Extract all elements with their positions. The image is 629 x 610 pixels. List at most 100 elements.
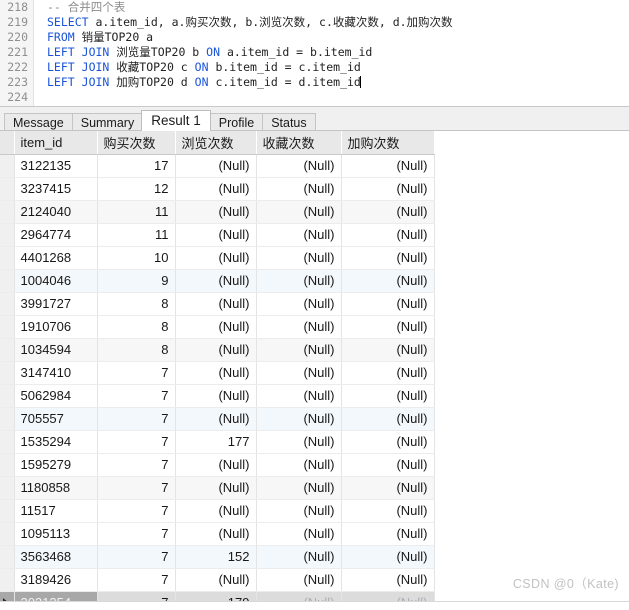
cell-favorite-count[interactable]: (Null) xyxy=(256,315,342,339)
cell-cart-count[interactable]: (Null) xyxy=(341,292,435,316)
cell-cart-count[interactable]: (Null) xyxy=(341,315,435,339)
cell-purchase-count[interactable]: 8 xyxy=(97,338,176,362)
row-indicator-cell[interactable] xyxy=(0,246,15,270)
row-indicator-cell[interactable] xyxy=(0,522,15,546)
row-indicator-cell[interactable] xyxy=(0,545,15,569)
cell-view-count[interactable]: 152 xyxy=(175,545,257,569)
cell-view-count[interactable]: 177 xyxy=(175,430,257,454)
cell-purchase-count[interactable]: 7 xyxy=(97,476,176,500)
cell-item-id[interactable]: 3991727 xyxy=(14,292,98,316)
cell-purchase-count[interactable]: 9 xyxy=(97,269,176,293)
cell-view-count[interactable]: (Null) xyxy=(175,177,257,201)
cell-cart-count[interactable]: (Null) xyxy=(341,499,435,523)
cell-item-id[interactable]: 3189426 xyxy=(14,568,98,592)
table-row[interactable]: 1910706 8 (Null) (Null) (Null) xyxy=(0,315,435,339)
table-row[interactable]: 1095113 7 (Null) (Null) (Null) xyxy=(0,522,435,546)
cell-item-id[interactable]: 2124040 xyxy=(14,200,98,224)
cell-item-id[interactable]: 5062984 xyxy=(14,384,98,408)
cell-view-count[interactable]: (Null) xyxy=(175,453,257,477)
cell-cart-count[interactable]: (Null) xyxy=(341,177,435,201)
cell-favorite-count[interactable]: (Null) xyxy=(256,407,342,431)
cell-cart-count[interactable]: (Null) xyxy=(341,407,435,431)
cell-purchase-count[interactable]: 7 xyxy=(97,522,176,546)
sql-editor[interactable]: 218 219 220 221 222 223 224 -- 合并四个表 SELECT a.i… xyxy=(0,0,629,106)
cell-item-id[interactable]: 1910706 xyxy=(14,315,98,339)
cell-cart-count[interactable]: (Null) xyxy=(341,154,435,178)
table-row[interactable]: 1535294 7 177 (Null) (Null) xyxy=(0,430,435,454)
sql-code-area[interactable]: -- 合并四个表 SELECT a.item_id, a.购买次数, b.浏览次数… xyxy=(34,0,629,106)
row-indicator-cell[interactable] xyxy=(0,177,15,201)
cell-purchase-count[interactable]: 7 xyxy=(97,430,176,454)
cell-favorite-count[interactable]: (Null) xyxy=(256,292,342,316)
cell-item-id[interactable]: 1180858 xyxy=(14,476,98,500)
cell-view-count[interactable]: (Null) xyxy=(175,292,257,316)
cell-item-id[interactable]: 1595279 xyxy=(14,453,98,477)
cell-cart-count[interactable]: (Null) xyxy=(341,338,435,362)
row-indicator-cell[interactable] xyxy=(0,407,15,431)
cell-purchase-count[interactable]: 7 xyxy=(97,499,176,523)
cell-favorite-count[interactable]: (Null) xyxy=(256,361,342,385)
cell-item-id[interactable]: 3563468 xyxy=(14,545,98,569)
cell-cart-count[interactable]: (Null) xyxy=(341,430,435,454)
column-header-favorites[interactable]: 收藏次数 xyxy=(256,131,342,155)
cell-view-count[interactable]: (Null) xyxy=(175,200,257,224)
cell-cart-count[interactable]: (Null) xyxy=(341,453,435,477)
table-row[interactable]: 3991727 8 (Null) (Null) (Null) xyxy=(0,292,435,316)
cell-item-id[interactable]: 705557 xyxy=(14,407,98,431)
cell-view-count[interactable]: (Null) xyxy=(175,384,257,408)
cell-cart-count[interactable]: (Null) xyxy=(341,200,435,224)
tab-summary[interactable]: Summary xyxy=(71,113,143,131)
cell-item-id[interactable]: 3122135 xyxy=(14,154,98,178)
table-row[interactable]: 1034594 8 (Null) (Null) (Null) xyxy=(0,338,435,362)
cell-view-count[interactable]: (Null) xyxy=(175,476,257,500)
column-header-views[interactable]: 浏览次数 xyxy=(175,131,257,155)
table-row[interactable]: 5062984 7 (Null) (Null) (Null) xyxy=(0,384,435,408)
table-row[interactable]: 3122135 17 (Null) (Null) (Null) xyxy=(0,154,435,178)
cell-view-count[interactable]: (Null) xyxy=(175,223,257,247)
cell-item-id[interactable]: 1004046 xyxy=(14,269,98,293)
cell-view-count[interactable]: (Null) xyxy=(175,522,257,546)
row-indicator-cell[interactable] xyxy=(0,154,15,178)
cell-item-id[interactable]: 1034594 xyxy=(14,338,98,362)
cell-cart-count[interactable]: (Null) xyxy=(341,361,435,385)
cell-item-id[interactable]: 1095113 xyxy=(14,522,98,546)
cell-item-id[interactable]: 4401268 xyxy=(14,246,98,270)
cell-item-id[interactable]: 2964774 xyxy=(14,223,98,247)
table-row[interactable]: 3237415 12 (Null) (Null) (Null) xyxy=(0,177,435,201)
cell-favorite-count[interactable]: (Null) xyxy=(256,154,342,178)
tab-result-1[interactable]: Result 1 xyxy=(141,110,211,131)
cell-purchase-count[interactable]: 12 xyxy=(97,177,176,201)
cell-favorite-count[interactable]: (Null) xyxy=(256,177,342,201)
table-row[interactable]: 11517 7 (Null) (Null) (Null) xyxy=(0,499,435,523)
cell-item-id[interactable]: 11517 xyxy=(14,499,98,523)
cell-favorite-count[interactable]: (Null) xyxy=(256,384,342,408)
row-indicator-cell[interactable] xyxy=(0,200,15,224)
cell-cart-count[interactable]: (Null) xyxy=(341,568,435,592)
cell-view-count[interactable]: (Null) xyxy=(175,269,257,293)
row-indicator-cell[interactable] xyxy=(0,453,15,477)
cell-cart-count[interactable]: (Null) xyxy=(341,522,435,546)
table-row[interactable]: 4401268 10 (Null) (Null) (Null) xyxy=(0,246,435,270)
cell-purchase-count[interactable]: 7 xyxy=(97,453,176,477)
result-grid[interactable]: item_id 购买次数 浏览次数 收藏次数 加购次数 3122135 17 (Nu… xyxy=(0,130,629,610)
row-indicator-cell[interactable] xyxy=(0,384,15,408)
cell-favorite-count[interactable]: (Null) xyxy=(256,499,342,523)
cell-purchase-count[interactable]: 7 xyxy=(97,568,176,592)
table-row[interactable]: 3563468 7 152 (Null) (Null) xyxy=(0,545,435,569)
cell-view-count[interactable]: (Null) xyxy=(175,407,257,431)
row-indicator-cell[interactable] xyxy=(0,430,15,454)
cell-purchase-count[interactable]: 17 xyxy=(97,154,176,178)
table-row[interactable]: 2964774 11 (Null) (Null) (Null) xyxy=(0,223,435,247)
tab-message[interactable]: Message xyxy=(4,113,72,131)
cell-favorite-count[interactable]: (Null) xyxy=(256,338,342,362)
table-row[interactable]: 705557 7 (Null) (Null) (Null) xyxy=(0,407,435,431)
row-indicator-cell[interactable] xyxy=(0,292,15,316)
cell-view-count[interactable]: (Null) xyxy=(175,361,257,385)
cell-cart-count[interactable]: (Null) xyxy=(341,223,435,247)
cell-view-count[interactable]: (Null) xyxy=(175,338,257,362)
cell-favorite-count[interactable]: (Null) xyxy=(256,430,342,454)
column-header-purchase[interactable]: 购买次数 xyxy=(97,131,176,155)
cell-purchase-count[interactable]: 7 xyxy=(97,407,176,431)
tab-profile[interactable]: Profile xyxy=(209,113,263,131)
tab-status[interactable]: Status xyxy=(262,113,316,131)
